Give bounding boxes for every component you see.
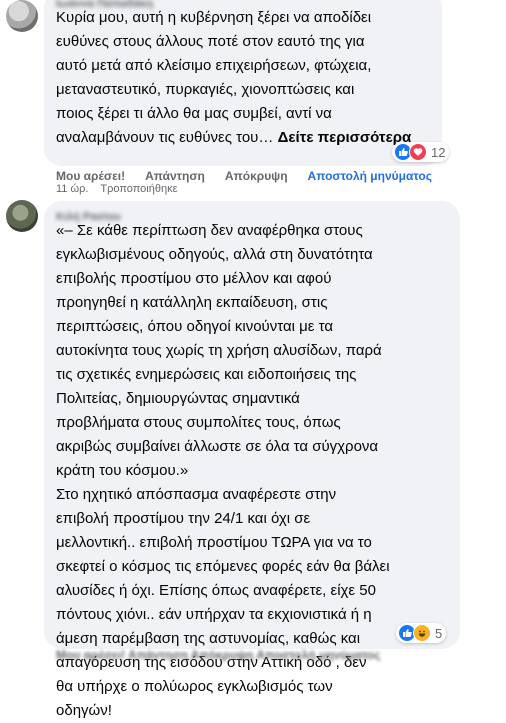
reaction-summary[interactable]: 12 xyxy=(392,142,450,162)
comment-meta: 11 ώρ. Τροποποιήθηκε xyxy=(56,183,177,195)
timestamp[interactable]: 11 ώρ. xyxy=(56,183,88,195)
reaction-summary[interactable]: 5 xyxy=(396,623,447,643)
like-button[interactable]: Μου αρέσει! xyxy=(56,169,125,183)
heart-icon xyxy=(409,143,427,161)
comment-actions[interactable]: Μου αρέσει! Απάντηση Απόκρυψη Αποστολή μ… xyxy=(56,648,381,662)
reaction-count: 12 xyxy=(431,144,446,160)
comment-bubble: Κιλή Ρασίου «– Σε κάθε περίπτωση δεν ανα… xyxy=(44,201,460,719)
comment-text: Κυρία μου, αυτή η κυβέρνηση ξέρει να απο… xyxy=(56,9,412,146)
send-message-button[interactable]: Αποστολή μηνύματος xyxy=(308,169,432,183)
reaction-count: 5 xyxy=(435,625,443,641)
laughing-face-icon xyxy=(413,624,431,642)
comment-actions: Μου αρέσει! Απάντηση Απόκρυψη Αποστολή μ… xyxy=(56,169,432,183)
edited-label: Τροποποιήθηκε xyxy=(100,183,178,195)
comment-author[interactable]: Ιωάννα Παπαδάκη xyxy=(56,0,153,16)
see-more-link[interactable]: Δείτε περισσότερα xyxy=(278,129,412,146)
reply-button[interactable]: Απάντηση xyxy=(145,169,205,183)
hide-button[interactable]: Απόκρυψη xyxy=(225,169,288,183)
avatar[interactable] xyxy=(6,0,38,32)
avatar[interactable] xyxy=(6,200,38,232)
comment-author[interactable]: Κιλή Ρασίου xyxy=(56,205,121,229)
comment-bubble: Ιωάννα Παπαδάκη Κυρία μου, αυτή η κυβέρν… xyxy=(44,0,442,166)
